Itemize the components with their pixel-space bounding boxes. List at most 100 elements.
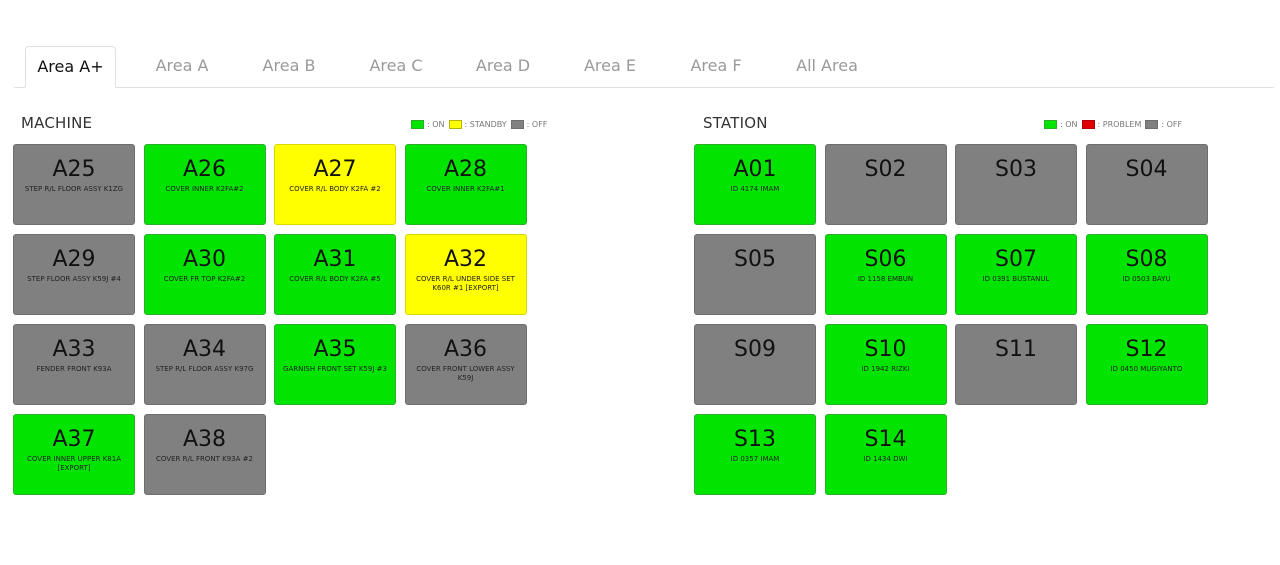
machine-tile-code: A29 [52,247,96,272]
station-tile-description: ID 0503 BAYU [1122,275,1171,283]
machine-tile-description: FENDER FRONT K93A [36,365,112,373]
machine-tile-description: COVER INNER K2FA#1 [426,185,505,193]
machine-tile[interactable]: A34 STEP R/L FLOOR ASSY K97G [143,324,266,405]
machine-tile[interactable]: A25 STEP R/L FLOOR ASSY K1ZG [13,144,135,225]
machine-tile-description: STEP FLOOR ASSY K59J #4 [27,275,121,283]
station-tile[interactable]: S06 ID 1158 EMBUN [824,234,947,315]
station-tile[interactable]: S05 [694,234,816,315]
station-tile[interactable]: S10 ID 1942 RIZKI [824,324,947,405]
tab-area-a-plus[interactable]: Area A+ [25,46,116,88]
legend-label-standby: : STANDBY [464,119,507,129]
tab-area-a[interactable]: Area A [144,46,220,88]
station-tile-code: S08 [1125,247,1168,272]
machine-tile-code: A26 [182,157,227,182]
machine-tile[interactable]: A26 COVER INNER K2FA#2 [143,144,266,225]
station-tile-code: S06 [864,247,907,272]
station-tile-description: ID 0450 MUGIYANTO [1110,365,1183,373]
station-tile-code: S05 [734,247,776,272]
machine-tile-description: STEP R/L FLOOR ASSY K1ZG [24,185,124,193]
station-section-title: STATION [703,114,768,132]
machine-tile[interactable]: A32 COVER R/L UNDER SIDE SET K60R #1 [EXP… [404,234,527,315]
station-tile[interactable]: S12 ID 0450 MUGIYANTO [1085,324,1208,405]
machine-tile-code: A33 [52,337,96,362]
legend-label-problem: : PROBLEM [1097,119,1142,129]
machine-tile-code: A37 [52,427,96,452]
machine-tile-code: A25 [52,157,96,182]
legend-swatch-problem [1081,119,1095,129]
machine-tile[interactable]: A29 STEP FLOOR ASSY K59J #4 [13,234,135,315]
tab-area-b[interactable]: Area B [251,46,327,88]
machine-section-title: MACHINE [21,114,93,132]
legend-swatch-off [510,119,524,129]
machine-tile-code: A36 [443,337,488,362]
station-tile-description: ID 1434 DWI [863,455,908,463]
station-tile-description: ID 0391 BUSTANUL [982,275,1050,283]
station-tile-code: S04 [1125,157,1168,182]
machine-tile-description: COVER INNER UPPER K81A [EXPORT] [27,455,121,472]
legend-swatch-off [1145,119,1159,129]
station-tile-code: S02 [864,157,907,182]
machine-tile-code: A34 [182,337,227,362]
machine-tile-description: COVER R/L BODY K2FA #2 [289,185,381,193]
station-tile-code: S10 [864,337,907,362]
machine-tile-description: GARNISH FRONT SET K59J #3 [283,365,387,373]
station-tile-code: S11 [995,337,1037,362]
station-tile[interactable]: S08 ID 0503 BAYU [1085,234,1208,315]
machine-tile-code: A27 [313,157,357,182]
station-tile-description: ID 4174 IMAM [730,185,780,193]
tab-all-area[interactable]: All Area [784,46,870,88]
machine-tile[interactable]: A35 GARNISH FRONT SET K59J #3 [274,324,396,405]
machine-tile[interactable]: A38 COVER R/L FRONT K93A #2 [143,414,266,495]
station-tile-code: S07 [995,247,1037,272]
machine-tile-code: A32 [443,247,488,272]
station-tile-code: S03 [995,157,1037,182]
station-tile-code: S14 [864,427,907,452]
station-tile-code: S09 [734,337,776,362]
machine-tile-description: STEP R/L FLOOR ASSY K97G [155,365,254,373]
machine-tile[interactable]: A37 COVER INNER UPPER K81A [EXPORT] [13,414,135,495]
station-tile-code: S12 [1125,337,1168,362]
station-tile[interactable]: S07 ID 0391 BUSTANUL [955,234,1077,315]
station-tile[interactable]: S04 [1085,144,1208,225]
legend-label-off: : OFF [1161,119,1183,129]
machine-tile-description: COVER R/L BODY K2FA #5 [289,275,381,283]
legend-label-on: : ON [427,119,445,129]
machine-tile-description: COVER INNER K2FA#2 [165,185,244,193]
station-tile-code: S13 [734,427,776,452]
station-tile[interactable]: S09 [694,324,816,405]
station-tile[interactable]: S03 [955,144,1077,225]
station-tile-description: ID 1942 RIZKI [861,365,910,373]
legend-swatch-standby [448,119,462,129]
station-tile[interactable]: S11 [955,324,1077,405]
station-tile[interactable]: S02 [824,144,947,225]
machine-tile-description: COVER FR TOP K2FA#2 [163,275,246,283]
machine-tile[interactable]: A33 FENDER FRONT K93A [13,324,135,405]
machine-tile[interactable]: A36 COVER FRONT LOWER ASSY K59J [404,324,527,405]
machine-tile[interactable]: A28 COVER INNER K2FA#1 [404,144,527,225]
tab-area-d[interactable]: Area D [465,46,541,88]
machine-tile-code: A38 [182,427,227,452]
legend-label-on: : ON [1060,119,1078,129]
tab-area-e[interactable]: Area E [572,46,648,88]
tab-area-c[interactable]: Area C [358,46,434,88]
machine-tile[interactable]: A30 COVER FR TOP K2FA#2 [143,234,266,315]
area-tabs: Area A+ Area A Area B Area C Area D Area… [14,46,1274,88]
station-legend: : ON : PROBLEM : OFF [1044,118,1186,130]
legend-label-off: : OFF [526,119,548,129]
machine-tile-description: COVER FRONT LOWER ASSY K59J [416,365,515,382]
machine-tile[interactable]: A27 COVER R/L BODY K2FA #2 [274,144,396,225]
machine-tile[interactable]: A31 COVER R/L BODY K2FA #5 [274,234,396,315]
machine-tile-code: A31 [313,247,357,272]
station-tile-description: ID 1158 EMBUN [857,275,914,283]
machine-tile-description: COVER R/L UNDER SIDE SET K60R #1 [EXPORT… [416,275,515,292]
legend-swatch-on [411,119,424,129]
station-tile-code: A01 [733,157,777,182]
station-tile[interactable]: S13 ID 0357 IMAM [694,414,816,495]
tab-area-f[interactable]: Area F [678,46,754,88]
station-tile-description: ID 0357 IMAM [730,455,780,463]
station-tile[interactable]: S14 ID 1434 DWI [824,414,947,495]
machine-tile-code: A30 [182,247,227,272]
station-tile[interactable]: A01 ID 4174 IMAM [694,144,816,225]
machine-tile-code: A28 [443,157,488,182]
machine-legend: : ON : STANDBY : OFF [411,118,551,130]
